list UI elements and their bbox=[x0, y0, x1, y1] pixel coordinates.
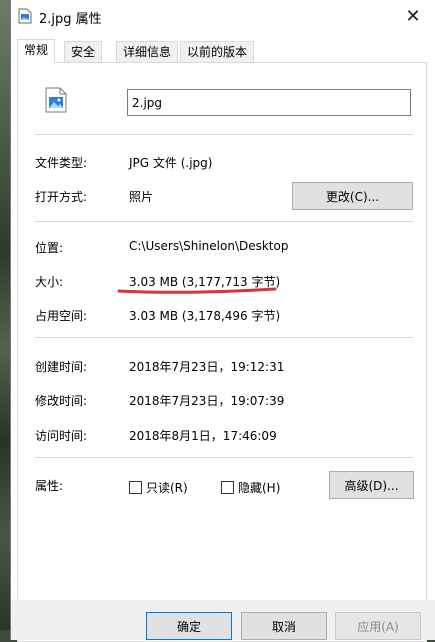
tab-details[interactable]: 详细信息 bbox=[116, 41, 179, 63]
divider bbox=[35, 457, 413, 458]
checkbox-box[interactable] bbox=[129, 481, 142, 494]
hidden-checkbox[interactable]: 隐藏(H) bbox=[221, 479, 280, 496]
opens-with-label: 打开方式: bbox=[35, 190, 88, 204]
size-on-disk-label: 占用空间: bbox=[35, 309, 88, 323]
tab-previous-versions[interactable]: 以前的版本 bbox=[180, 41, 255, 63]
image-file-icon bbox=[45, 87, 67, 113]
hidden-label: 隐藏(H) bbox=[238, 481, 281, 495]
opens-with-value: 照片 bbox=[129, 190, 154, 204]
divider bbox=[35, 221, 413, 222]
readonly-checkbox[interactable]: 只读(R) bbox=[129, 479, 188, 496]
apply-button[interactable]: 应用(A) bbox=[335, 612, 421, 640]
modified-value: 2018年7月23日，19:07:39 bbox=[129, 394, 285, 408]
dialog-footer: 确定 取消 应用(A) bbox=[11, 600, 435, 640]
created-value: 2018年7月23日，19:12:31 bbox=[129, 360, 285, 374]
location-value: C:\Users\Shinelon\Desktop bbox=[129, 239, 289, 253]
change-button[interactable]: 更改(C)... bbox=[292, 182, 413, 210]
general-panel: 文件类型: JPG 文件 (.jpg) 打开方式: 照片 更改(C)... 位置… bbox=[17, 62, 427, 642]
tab-strip: 常规 安全 详细信息 以前的版本 bbox=[17, 39, 427, 63]
accessed-value: 2018年8月1日，17:46:09 bbox=[129, 429, 277, 443]
properties-dialog: 2.jpg 属性 ✕ 常规 安全 详细信息 以前的版本 文件类型: JPG 文件… bbox=[10, 0, 435, 642]
close-button[interactable]: ✕ bbox=[390, 0, 435, 32]
advanced-button[interactable]: 高级(D)... bbox=[329, 471, 414, 499]
file-type-label: 文件类型: bbox=[35, 156, 88, 170]
modified-label: 修改时间: bbox=[35, 394, 88, 408]
file-name-input[interactable] bbox=[127, 89, 411, 116]
image-file-icon bbox=[18, 8, 32, 24]
checkbox-box[interactable] bbox=[221, 481, 234, 494]
location-label: 位置: bbox=[35, 241, 64, 255]
tab-security[interactable]: 安全 bbox=[64, 41, 103, 63]
tab-general[interactable]: 常规 bbox=[17, 39, 56, 63]
created-label: 创建时间: bbox=[35, 360, 88, 374]
underline-annotation bbox=[117, 287, 277, 294]
readonly-label: 只读(R) bbox=[146, 481, 188, 495]
ok-button[interactable]: 确定 bbox=[146, 612, 232, 640]
cancel-button[interactable]: 取消 bbox=[241, 612, 327, 640]
attributes-label: 属性: bbox=[35, 479, 64, 493]
title-bar[interactable]: 2.jpg 属性 ✕ bbox=[11, 0, 435, 32]
desktop-background bbox=[0, 0, 10, 630]
divider bbox=[35, 337, 413, 338]
size-on-disk-value: 3.03 MB (3,178,496 字节) bbox=[129, 309, 281, 323]
size-label: 大小: bbox=[35, 275, 64, 289]
close-icon: ✕ bbox=[405, 5, 421, 27]
file-type-value: JPG 文件 (.jpg) bbox=[129, 156, 213, 170]
window-title: 2.jpg 属性 bbox=[39, 12, 102, 27]
divider bbox=[35, 134, 413, 135]
accessed-label: 访问时间: bbox=[35, 429, 88, 443]
